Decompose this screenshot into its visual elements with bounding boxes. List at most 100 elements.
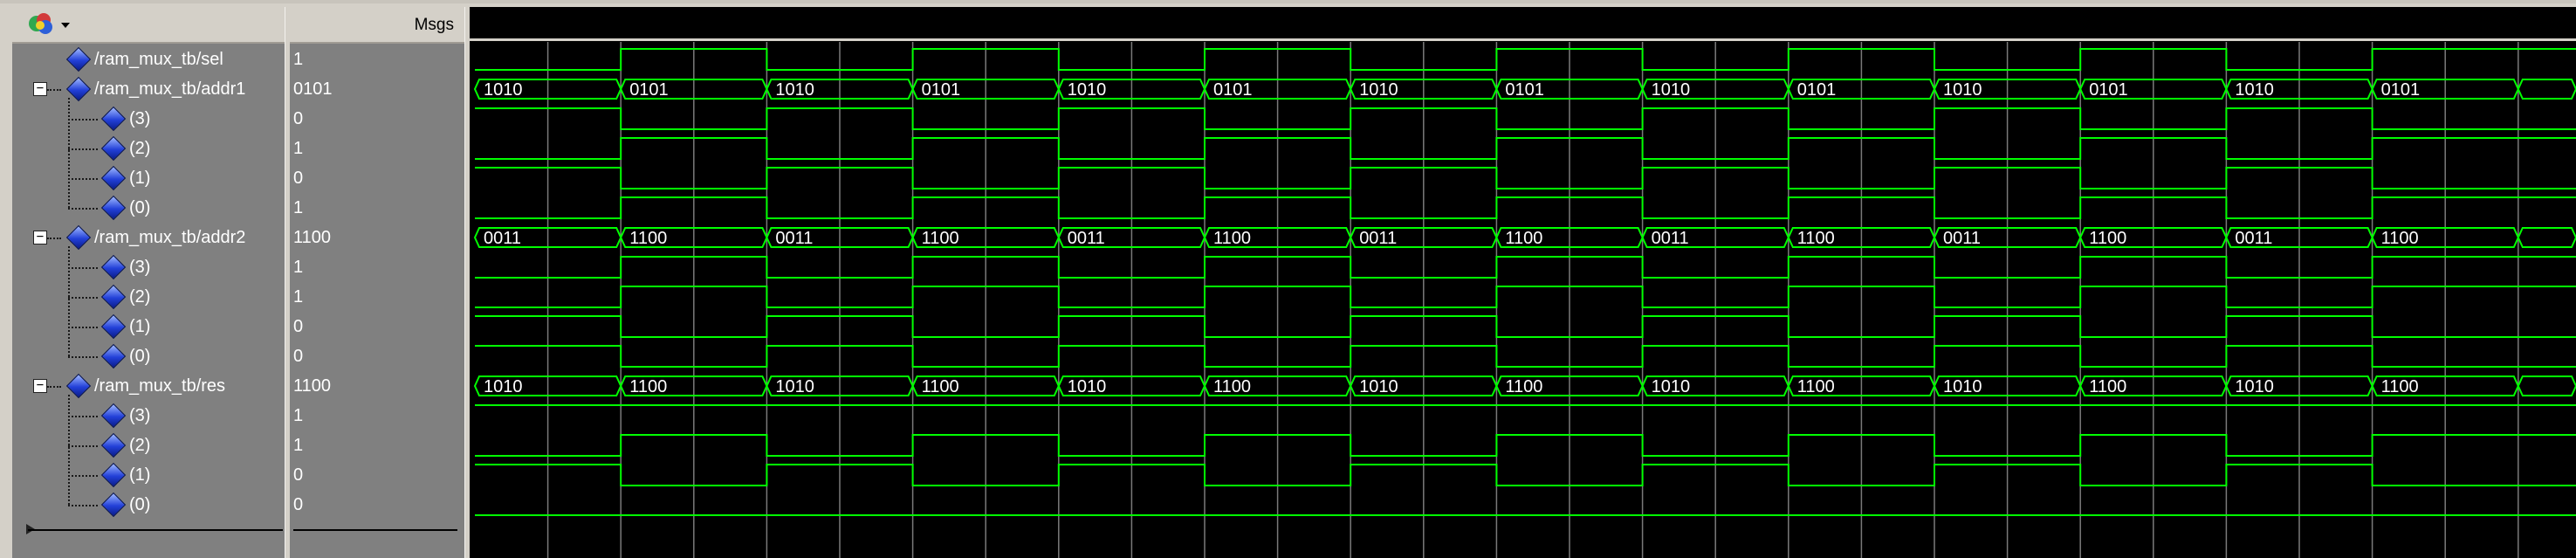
- signal-diamond-icon: [100, 313, 127, 340]
- bus-segment: [2517, 79, 2576, 100]
- signal-diamond-icon: [100, 343, 127, 369]
- bus-value-label: 1010: [1943, 377, 1982, 396]
- signal-diamond-icon: [100, 165, 127, 191]
- tree-connector: [68, 148, 98, 150]
- bus-value-label: 1010: [1943, 80, 1982, 100]
- signal-value: 1100: [293, 376, 332, 396]
- signal-name[interactable]: (1): [129, 169, 150, 188]
- tree-connector: [68, 246, 70, 356]
- bus-value-label: 0101: [629, 80, 669, 100]
- bit-trace: [475, 464, 2576, 486]
- tree-connector: [68, 416, 98, 417]
- signal-value: 1: [293, 436, 304, 455]
- signal-name[interactable]: /ram_mux_tb/res: [94, 376, 225, 396]
- bus-value-label: 0011: [1068, 229, 1105, 248]
- waveform-canvas[interactable]: 1010 0101 1010 0101 1010 0101 1010 0101 1010 0101…: [470, 42, 2576, 558]
- tree-connector: [68, 208, 98, 210]
- signal-name[interactable]: (1): [129, 465, 150, 485]
- tree-connector: [47, 238, 61, 239]
- expand-collapse-toggle[interactable]: −: [33, 231, 47, 245]
- bus-value-label: 1100: [629, 229, 667, 248]
- bus-value-label: 0101: [922, 80, 961, 100]
- signal-diamond-icon: [65, 76, 92, 102]
- cursor-row-line: [293, 529, 457, 531]
- bus-value-label: 0101: [1505, 80, 1544, 100]
- signal-name-pane[interactable]: /ram_mux_tb/sel − /ram_mux_tb/addr1 (3) (2) (…: [12, 7, 288, 558]
- bus-segment: [2517, 227, 2576, 248]
- wave-palette-icon[interactable]: [26, 12, 75, 37]
- tree-connector: [68, 395, 70, 505]
- signal-name[interactable]: (2): [129, 436, 150, 455]
- bus-value-label: 1100: [922, 229, 959, 248]
- signal-diamond-icon: [100, 195, 127, 221]
- signal-diamond-icon: [100, 135, 127, 162]
- bus-value-label: 0101: [2089, 80, 2128, 100]
- expand-collapse-toggle[interactable]: −: [33, 82, 47, 96]
- bus-value-label: 1010: [1359, 80, 1398, 100]
- signal-name[interactable]: (0): [129, 198, 150, 217]
- signal-name[interactable]: (2): [129, 287, 150, 307]
- value-pane-header: Msgs: [290, 7, 464, 44]
- signal-name[interactable]: (3): [129, 258, 150, 277]
- chevron-down-icon: [61, 23, 70, 28]
- bus-value-label: 1100: [2089, 377, 2126, 396]
- bit-trace: [475, 434, 2576, 457]
- signal-value-pane[interactable]: Msgs 1 0101 0 1 0 1 1100 1 1 0 0 1100 1 1 0 0: [290, 7, 464, 558]
- signal-name[interactable]: (3): [129, 109, 150, 128]
- signal-name[interactable]: /ram_mux_tb/addr1: [94, 79, 245, 99]
- signal-name[interactable]: (0): [129, 347, 150, 366]
- expand-collapse-toggle[interactable]: −: [33, 379, 47, 393]
- signal-diamond-icon: [100, 492, 127, 518]
- bus-value-label: 1010: [2235, 80, 2274, 100]
- bus-value-label: 0011: [775, 229, 813, 248]
- bus-value-label: 1100: [1505, 229, 1542, 248]
- bus-value-label: 1010: [1652, 377, 1691, 396]
- bit-trace: [475, 107, 2576, 130]
- signal-diamond-icon: [65, 373, 92, 399]
- signal-value: 0: [293, 317, 304, 336]
- signal-name[interactable]: (0): [129, 495, 150, 514]
- bus-value-label: 1010: [2235, 377, 2274, 396]
- tree-connector: [68, 475, 98, 477]
- bus-value-label: 1100: [2381, 377, 2419, 396]
- bus-value-label: 0101: [2381, 80, 2421, 100]
- waveform-pane[interactable]: 1010 0101 1010 0101 1010 0101 1010 0101 1010 0101…: [470, 7, 2576, 558]
- bus-value-label: 1100: [1213, 229, 1251, 248]
- wave-window: /ram_mux_tb/sel − /ram_mux_tb/addr1 (3) (2) (…: [0, 0, 2576, 558]
- signal-value: 1: [293, 50, 304, 69]
- signal-name[interactable]: (2): [129, 139, 150, 158]
- signal-value: 0: [293, 465, 304, 485]
- tree-connector: [68, 178, 98, 180]
- signal-name[interactable]: (1): [129, 317, 150, 336]
- bit-trace: [475, 315, 2576, 338]
- bus-value-label: 0011: [484, 229, 521, 248]
- name-pane-header: [12, 7, 288, 44]
- signal-diamond-icon: [100, 254, 127, 280]
- signal-name[interactable]: /ram_mux_tb/sel: [94, 50, 223, 69]
- bus-value-label: 1010: [1652, 80, 1691, 100]
- signal-diamond-icon: [100, 106, 127, 132]
- bus-value-label: 0011: [1652, 229, 1689, 248]
- bit-trace: [475, 196, 2576, 219]
- bus-value-label: 1100: [1797, 229, 1835, 248]
- signal-name[interactable]: (3): [129, 406, 150, 425]
- signal-value: 1: [293, 198, 304, 217]
- tree-connector: [68, 445, 98, 447]
- signal-value: 1100: [293, 228, 332, 247]
- bus-value-label: 1100: [1797, 377, 1835, 396]
- bus-value-label: 1010: [1068, 377, 1107, 396]
- bus-value-label: 1010: [775, 377, 814, 396]
- bit-trace: [475, 256, 2576, 279]
- bus-value-label: 1010: [484, 377, 523, 396]
- tree-connector: [68, 267, 98, 269]
- bit-trace: [475, 137, 2576, 160]
- bus-segment: [2517, 375, 2576, 396]
- tree-connector: [68, 119, 98, 121]
- signal-value: 0: [293, 169, 304, 188]
- tree-connector: [68, 297, 98, 299]
- signal-diamond-icon: [100, 284, 127, 310]
- bus-value-label: 1100: [922, 377, 959, 396]
- tree-connector: [47, 386, 61, 388]
- bus-value-label: 1010: [775, 80, 814, 100]
- signal-name[interactable]: /ram_mux_tb/addr2: [94, 228, 245, 247]
